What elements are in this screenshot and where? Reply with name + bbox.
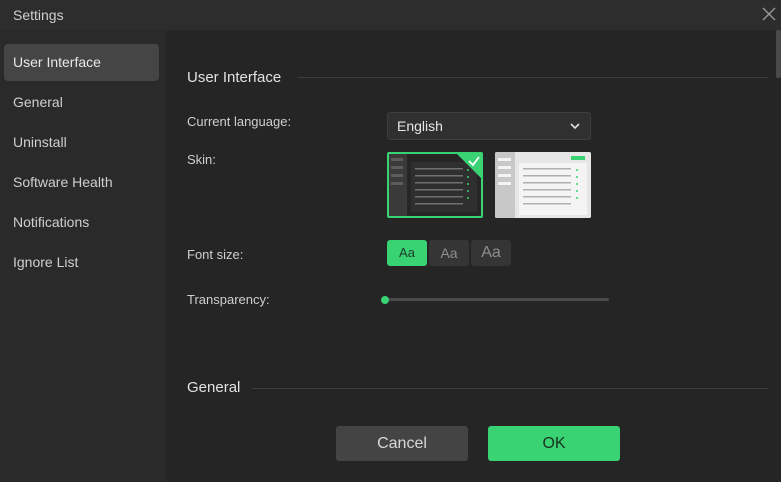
font-size-large-button[interactable]: Aa bbox=[471, 240, 511, 266]
font-size-small-button[interactable]: Aa bbox=[387, 240, 427, 266]
skin-option-dark[interactable] bbox=[387, 152, 483, 218]
section-title-user-interface: User Interface bbox=[187, 69, 282, 86]
dark-skin-preview-icon bbox=[389, 154, 481, 216]
close-icon[interactable] bbox=[761, 6, 777, 22]
sidebar-item-user-interface[interactable]: User Interface bbox=[4, 44, 159, 81]
sidebar-item-general[interactable]: General bbox=[4, 84, 159, 121]
language-value: English bbox=[397, 118, 443, 134]
transparency-slider-handle[interactable] bbox=[381, 296, 389, 304]
skin-label: Skin: bbox=[187, 152, 216, 167]
ok-button[interactable]: OK bbox=[488, 426, 620, 461]
window-title: Settings bbox=[13, 7, 64, 23]
light-skin-preview-icon bbox=[495, 152, 591, 218]
font-size-label: Font size: bbox=[187, 247, 244, 262]
transparency-label: Transparency: bbox=[187, 292, 270, 307]
language-select[interactable]: English bbox=[387, 112, 591, 140]
chevron-down-icon bbox=[570, 123, 580, 130]
sidebar-item-software-health[interactable]: Software Health bbox=[4, 164, 159, 201]
font-size-medium-button[interactable]: Aa bbox=[429, 240, 469, 266]
cancel-button[interactable]: Cancel bbox=[336, 426, 468, 461]
transparency-slider-track[interactable] bbox=[384, 298, 609, 301]
scrollbar-thumb[interactable] bbox=[776, 30, 781, 78]
language-label: Current language: bbox=[187, 114, 292, 129]
sidebar-item-ignore-list[interactable]: Ignore List bbox=[4, 244, 159, 281]
section-divider bbox=[298, 77, 768, 78]
sidebar-item-uninstall[interactable]: Uninstall bbox=[4, 124, 159, 161]
sidebar-item-notifications[interactable]: Notifications bbox=[4, 204, 159, 241]
title-bar: Settings bbox=[0, 0, 781, 30]
section-divider bbox=[252, 388, 768, 389]
section-title-general: General bbox=[187, 379, 241, 396]
sidebar: User Interface General Uninstall Softwar… bbox=[0, 30, 166, 482]
skin-option-light[interactable] bbox=[495, 152, 591, 218]
